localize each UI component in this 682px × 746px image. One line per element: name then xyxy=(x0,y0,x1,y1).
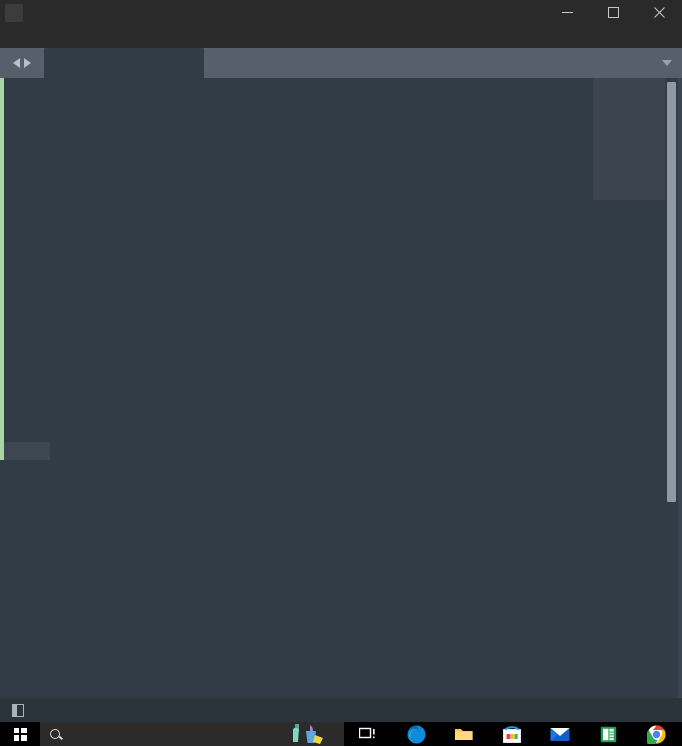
minimap-viewport[interactable] xyxy=(593,78,665,200)
mail-icon[interactable] xyxy=(536,722,584,746)
menu-item-preferences[interactable] xyxy=(134,35,150,39)
line-number xyxy=(4,244,50,262)
line-number xyxy=(4,172,50,190)
search-icon xyxy=(50,729,60,739)
line-number xyxy=(4,208,50,226)
line-number xyxy=(4,424,50,442)
status-bar xyxy=(0,698,682,722)
line-number xyxy=(4,136,50,154)
task-view-icon[interactable] xyxy=(344,722,392,746)
cleaning-app-icon[interactable] xyxy=(270,722,344,746)
line-number-gutter xyxy=(4,78,50,698)
editor-edge xyxy=(678,78,682,698)
line-number xyxy=(4,100,50,118)
editor-area xyxy=(0,78,682,698)
line-number xyxy=(4,190,50,208)
menu-item-project[interactable] xyxy=(118,35,134,39)
menu-item-find[interactable] xyxy=(54,35,70,39)
menu-item-tools[interactable] xyxy=(102,35,118,39)
chevron-left-icon[interactable] xyxy=(13,58,20,68)
microsoft-store-icon[interactable] xyxy=(488,722,536,746)
line-number xyxy=(4,226,50,244)
close-icon[interactable] xyxy=(636,0,682,26)
file-explorer-icon[interactable] xyxy=(440,722,488,746)
excel-icon[interactable] xyxy=(584,722,632,746)
menu-item-view[interactable] xyxy=(70,35,86,39)
tab-nav-arrows xyxy=(0,48,44,78)
title-bar xyxy=(0,0,682,26)
sidebar-toggle-icon[interactable] xyxy=(12,703,24,717)
menu-item-selection[interactable] xyxy=(38,35,54,39)
menu-item-edit[interactable] xyxy=(22,35,38,39)
line-number xyxy=(4,298,50,316)
line-number xyxy=(4,406,50,424)
menu-bar xyxy=(0,26,682,48)
line-number xyxy=(4,370,50,388)
vertical-scrollbar[interactable] xyxy=(665,78,678,698)
modified-indicator xyxy=(0,78,4,460)
line-number-active xyxy=(4,442,50,460)
sublime-text-logo xyxy=(5,3,23,22)
line-number xyxy=(4,82,50,100)
line-number-wrap xyxy=(4,262,50,280)
windows-start-icon[interactable] xyxy=(0,722,40,746)
minimize-icon[interactable] xyxy=(544,0,590,26)
taskbar-search[interactable] xyxy=(40,722,270,746)
maximize-icon[interactable] xyxy=(590,0,636,26)
menu-item-goto[interactable] xyxy=(86,35,102,39)
sublime-text-window xyxy=(0,0,682,746)
modified-indicator-bar xyxy=(0,78,4,698)
line-number-wrap xyxy=(4,334,50,352)
line-number xyxy=(4,316,50,334)
google-chrome-icon[interactable] xyxy=(632,722,680,746)
microsoft-edge-icon[interactable] xyxy=(392,722,440,746)
line-number xyxy=(4,118,50,136)
windows-taskbar xyxy=(0,722,682,746)
line-number xyxy=(4,280,50,298)
line-number xyxy=(4,388,50,406)
window-controls xyxy=(544,0,682,26)
taskbar-items xyxy=(344,722,680,746)
tab-primer-test-html[interactable] xyxy=(44,48,204,78)
line-number xyxy=(4,352,50,370)
scrollbar-thumb[interactable] xyxy=(667,82,676,502)
tab-bar xyxy=(0,48,682,78)
line-number xyxy=(4,154,50,172)
minimap[interactable] xyxy=(593,78,665,698)
chevron-right-icon[interactable] xyxy=(24,58,31,68)
code-content[interactable] xyxy=(50,78,593,698)
menu-item-file[interactable] xyxy=(6,35,22,39)
tab-bar-actions xyxy=(652,48,682,78)
menu-item-help[interactable] xyxy=(150,35,166,39)
chevron-down-icon[interactable] xyxy=(662,60,672,66)
